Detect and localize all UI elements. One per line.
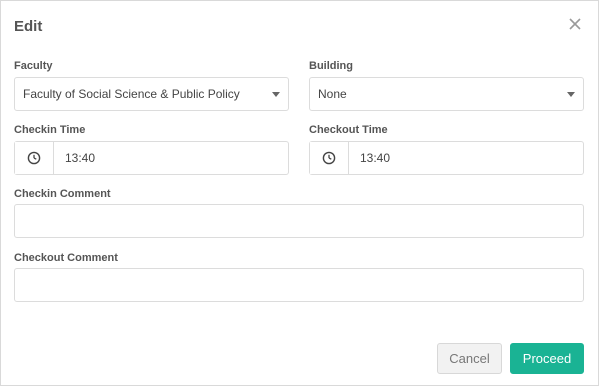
- checkin-time-input[interactable]: [54, 142, 288, 174]
- checkout-clock-addon[interactable]: [310, 142, 349, 174]
- checkout-time-field: [309, 141, 584, 175]
- faculty-select-value: Faculty of Social Science & Public Polic…: [23, 87, 240, 101]
- clock-icon: [322, 151, 336, 165]
- checkin-comment-label: Checkin Comment: [14, 188, 111, 200]
- dialog-title: Edit: [14, 18, 43, 35]
- cancel-button[interactable]: Cancel: [437, 343, 502, 374]
- edit-dialog: Edit Faculty Faculty of Social Science &…: [0, 0, 599, 386]
- checkin-clock-addon[interactable]: [15, 142, 54, 174]
- building-select[interactable]: None: [309, 77, 584, 111]
- checkin-comment-input[interactable]: [14, 204, 584, 238]
- checkout-time-input[interactable]: [349, 142, 583, 174]
- caret-down-icon: [272, 92, 280, 97]
- caret-down-icon: [567, 92, 575, 97]
- checkin-time-field: [14, 141, 289, 175]
- building-label: Building: [309, 60, 353, 72]
- faculty-select[interactable]: Faculty of Social Science & Public Polic…: [14, 77, 289, 111]
- close-button[interactable]: [568, 17, 584, 33]
- close-icon: [569, 18, 581, 30]
- checkout-time-label: Checkout Time: [309, 124, 388, 136]
- checkout-comment-input[interactable]: [14, 268, 584, 302]
- proceed-button[interactable]: Proceed: [510, 343, 584, 374]
- checkout-comment-label: Checkout Comment: [14, 252, 118, 264]
- clock-icon: [27, 151, 41, 165]
- checkin-time-label: Checkin Time: [14, 124, 86, 136]
- faculty-label: Faculty: [14, 60, 53, 72]
- building-select-value: None: [318, 87, 347, 101]
